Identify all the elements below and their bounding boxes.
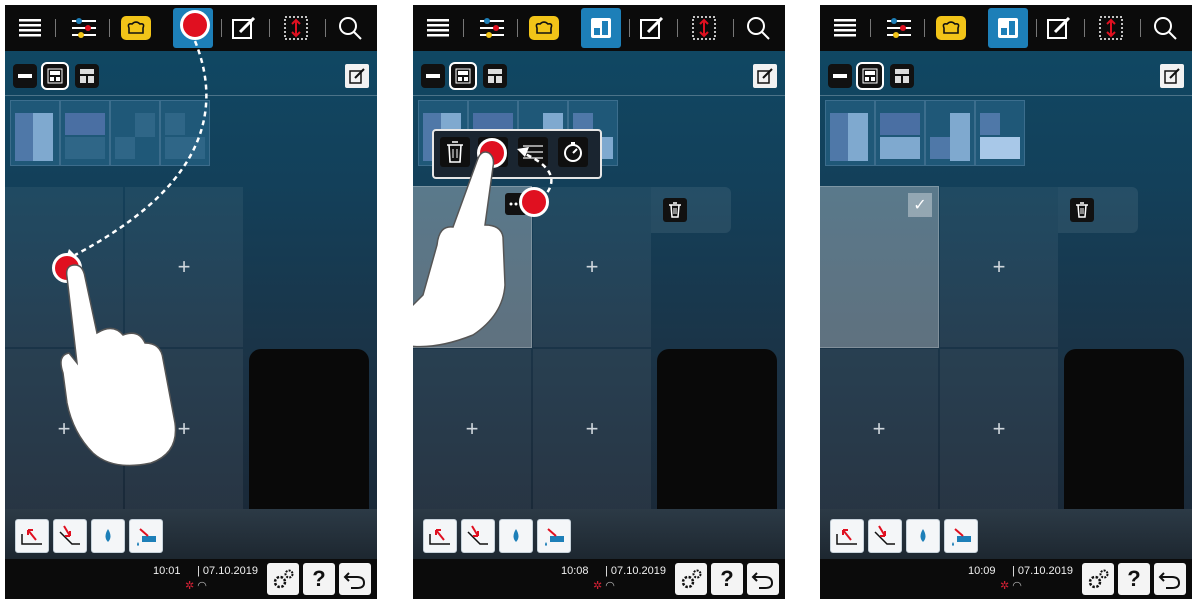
grid-cell-selected[interactable]: ✓ <box>820 186 939 348</box>
menu-icon[interactable] <box>828 10 862 46</box>
top-menu-bar <box>820 5 1192 51</box>
layout-thumbnail-3[interactable] <box>925 100 975 166</box>
actions-bar <box>820 509 1192 559</box>
single-view-icon[interactable] <box>828 64 852 88</box>
add-icon: + <box>992 254 1006 279</box>
add-icon: + <box>872 416 886 441</box>
grid-cell[interactable]: + <box>940 187 1058 347</box>
layout-thumbnail-2[interactable] <box>875 100 925 166</box>
settings-sliders-icon[interactable] <box>882 10 916 46</box>
help-icon[interactable]: ? <box>1118 563 1150 595</box>
layout-view-icon[interactable] <box>988 8 1028 48</box>
screen-3: ✓ + + + 10:09 | 07.10.2019 ✲ ◠ ? <box>820 5 1192 599</box>
load-icon[interactable] <box>868 519 902 553</box>
edit-icon[interactable] <box>1042 10 1076 46</box>
add-icon: + <box>992 416 1006 441</box>
layout-toolbar <box>820 55 1192 96</box>
hand-pointer <box>413 151 506 348</box>
oven-silhouette <box>1064 349 1184 531</box>
grid-cell[interactable]: + <box>820 349 938 509</box>
search-icon[interactable] <box>1148 10 1182 46</box>
resize-icon[interactable] <box>1094 10 1128 46</box>
clean-icon[interactable] <box>944 519 978 553</box>
delete-card <box>1058 187 1138 233</box>
trash-icon[interactable] <box>1070 198 1094 222</box>
grid-cell[interactable]: + <box>940 349 1058 509</box>
back-icon[interactable] <box>1154 563 1186 595</box>
status-bar: 10:09 | 07.10.2019 ✲ ◠ ? <box>820 559 1192 599</box>
unload-icon[interactable] <box>830 519 864 553</box>
check-icon: ✓ <box>908 193 932 217</box>
grid-view-icon[interactable] <box>856 62 884 90</box>
edit-layout-icon[interactable] <box>1160 64 1184 88</box>
help-label: ? <box>1127 566 1141 591</box>
layout-grid: ✓ + + + <box>820 186 1058 509</box>
settings-gear-icon[interactable] <box>1082 563 1114 595</box>
screen-1: + + + 10:01 | 07.10.2019 ✲ ◠ ? <box>5 5 377 599</box>
tap-indicator <box>519 187 549 217</box>
screen-2: + + + 10:08 | 07.10.2019 ✲ ◠ ? <box>413 5 785 599</box>
layout-thumbnail-1[interactable] <box>825 100 875 166</box>
list-view-icon[interactable] <box>890 64 914 88</box>
clock-date: | 07.10.2019 <box>1012 565 1073 577</box>
network-icon: ✲ ◠ <box>1000 580 1022 592</box>
clock-time: 10:09 <box>968 565 996 577</box>
hand-pointer <box>60 264 177 467</box>
layout-thumbnail-4[interactable] <box>975 100 1025 166</box>
cooking-mode-icon[interactable] <box>934 10 968 46</box>
water-icon[interactable] <box>906 519 940 553</box>
